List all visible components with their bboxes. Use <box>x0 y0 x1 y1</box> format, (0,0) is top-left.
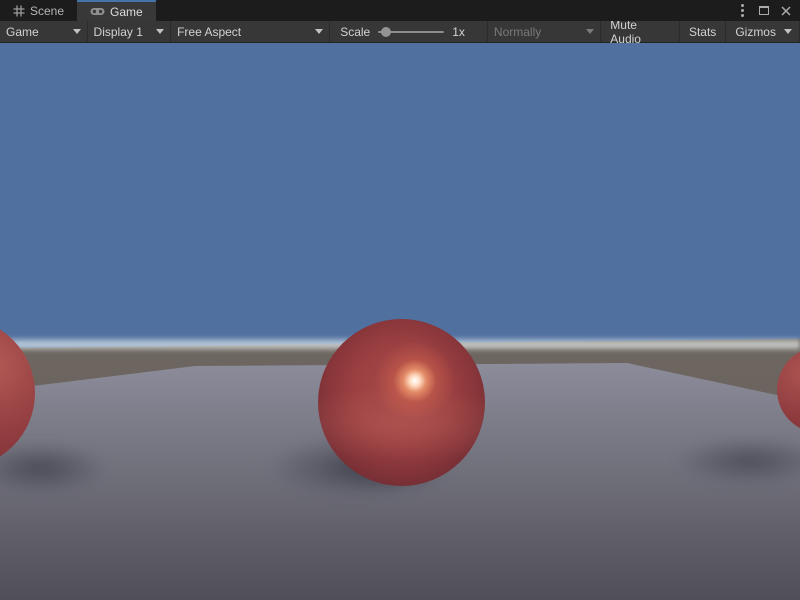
kebab-menu-icon[interactable] <box>734 3 750 19</box>
aspect-ratio-dropdown[interactable]: Free Aspect <box>171 21 330 42</box>
aspect-ratio-label: Free Aspect <box>177 25 241 39</box>
tab-game[interactable]: Game <box>77 0 156 21</box>
game-view-mode-label: Game <box>6 25 39 39</box>
vsync-dropdown: Normally <box>487 21 601 42</box>
game-view-mode-dropdown[interactable]: Game <box>0 21 88 42</box>
gizmos-label: Gizmos <box>735 25 776 39</box>
stats-button[interactable]: Stats <box>680 21 726 42</box>
sky-gradient <box>0 43 800 353</box>
chevron-down-icon <box>156 29 164 34</box>
scale-label: Scale <box>340 25 370 39</box>
game-view-toolbar: Game Display 1 Free Aspect Scale 1x Norm… <box>0 21 800 43</box>
tab-scene[interactable]: Scene <box>0 0 77 21</box>
stats-label: Stats <box>689 25 716 39</box>
chevron-down-icon <box>784 29 792 34</box>
chevron-down-icon <box>315 29 323 34</box>
vsync-label: Normally <box>494 25 541 39</box>
chevron-down-icon <box>586 29 594 34</box>
unity-game-panel: Scene Game <box>0 0 800 600</box>
scale-value: 1x <box>452 25 465 39</box>
scale-control: Scale 1x <box>330 21 475 42</box>
red-sphere-center <box>318 319 485 486</box>
chevron-down-icon <box>73 29 81 34</box>
tab-scene-label: Scene <box>30 4 64 18</box>
display-dropdown[interactable]: Display 1 <box>88 21 172 42</box>
close-icon[interactable] <box>778 3 794 19</box>
mute-audio-button[interactable]: Mute Audio <box>601 21 680 42</box>
mute-audio-label: Mute Audio <box>610 18 670 46</box>
display-label: Display 1 <box>94 25 143 39</box>
tab-game-label: Game <box>110 5 143 19</box>
maximize-icon[interactable] <box>756 3 772 19</box>
window-controls <box>734 0 800 21</box>
gamepad-icon <box>90 7 105 16</box>
toolbar-spacer <box>475 21 487 42</box>
game-render-viewport[interactable] <box>0 43 800 600</box>
scene-grid-icon <box>13 5 25 17</box>
scale-slider-knob[interactable] <box>381 27 391 37</box>
tab-bar: Scene Game <box>0 0 800 21</box>
scale-slider[interactable] <box>378 26 444 38</box>
gizmos-dropdown[interactable]: Gizmos <box>726 21 800 42</box>
